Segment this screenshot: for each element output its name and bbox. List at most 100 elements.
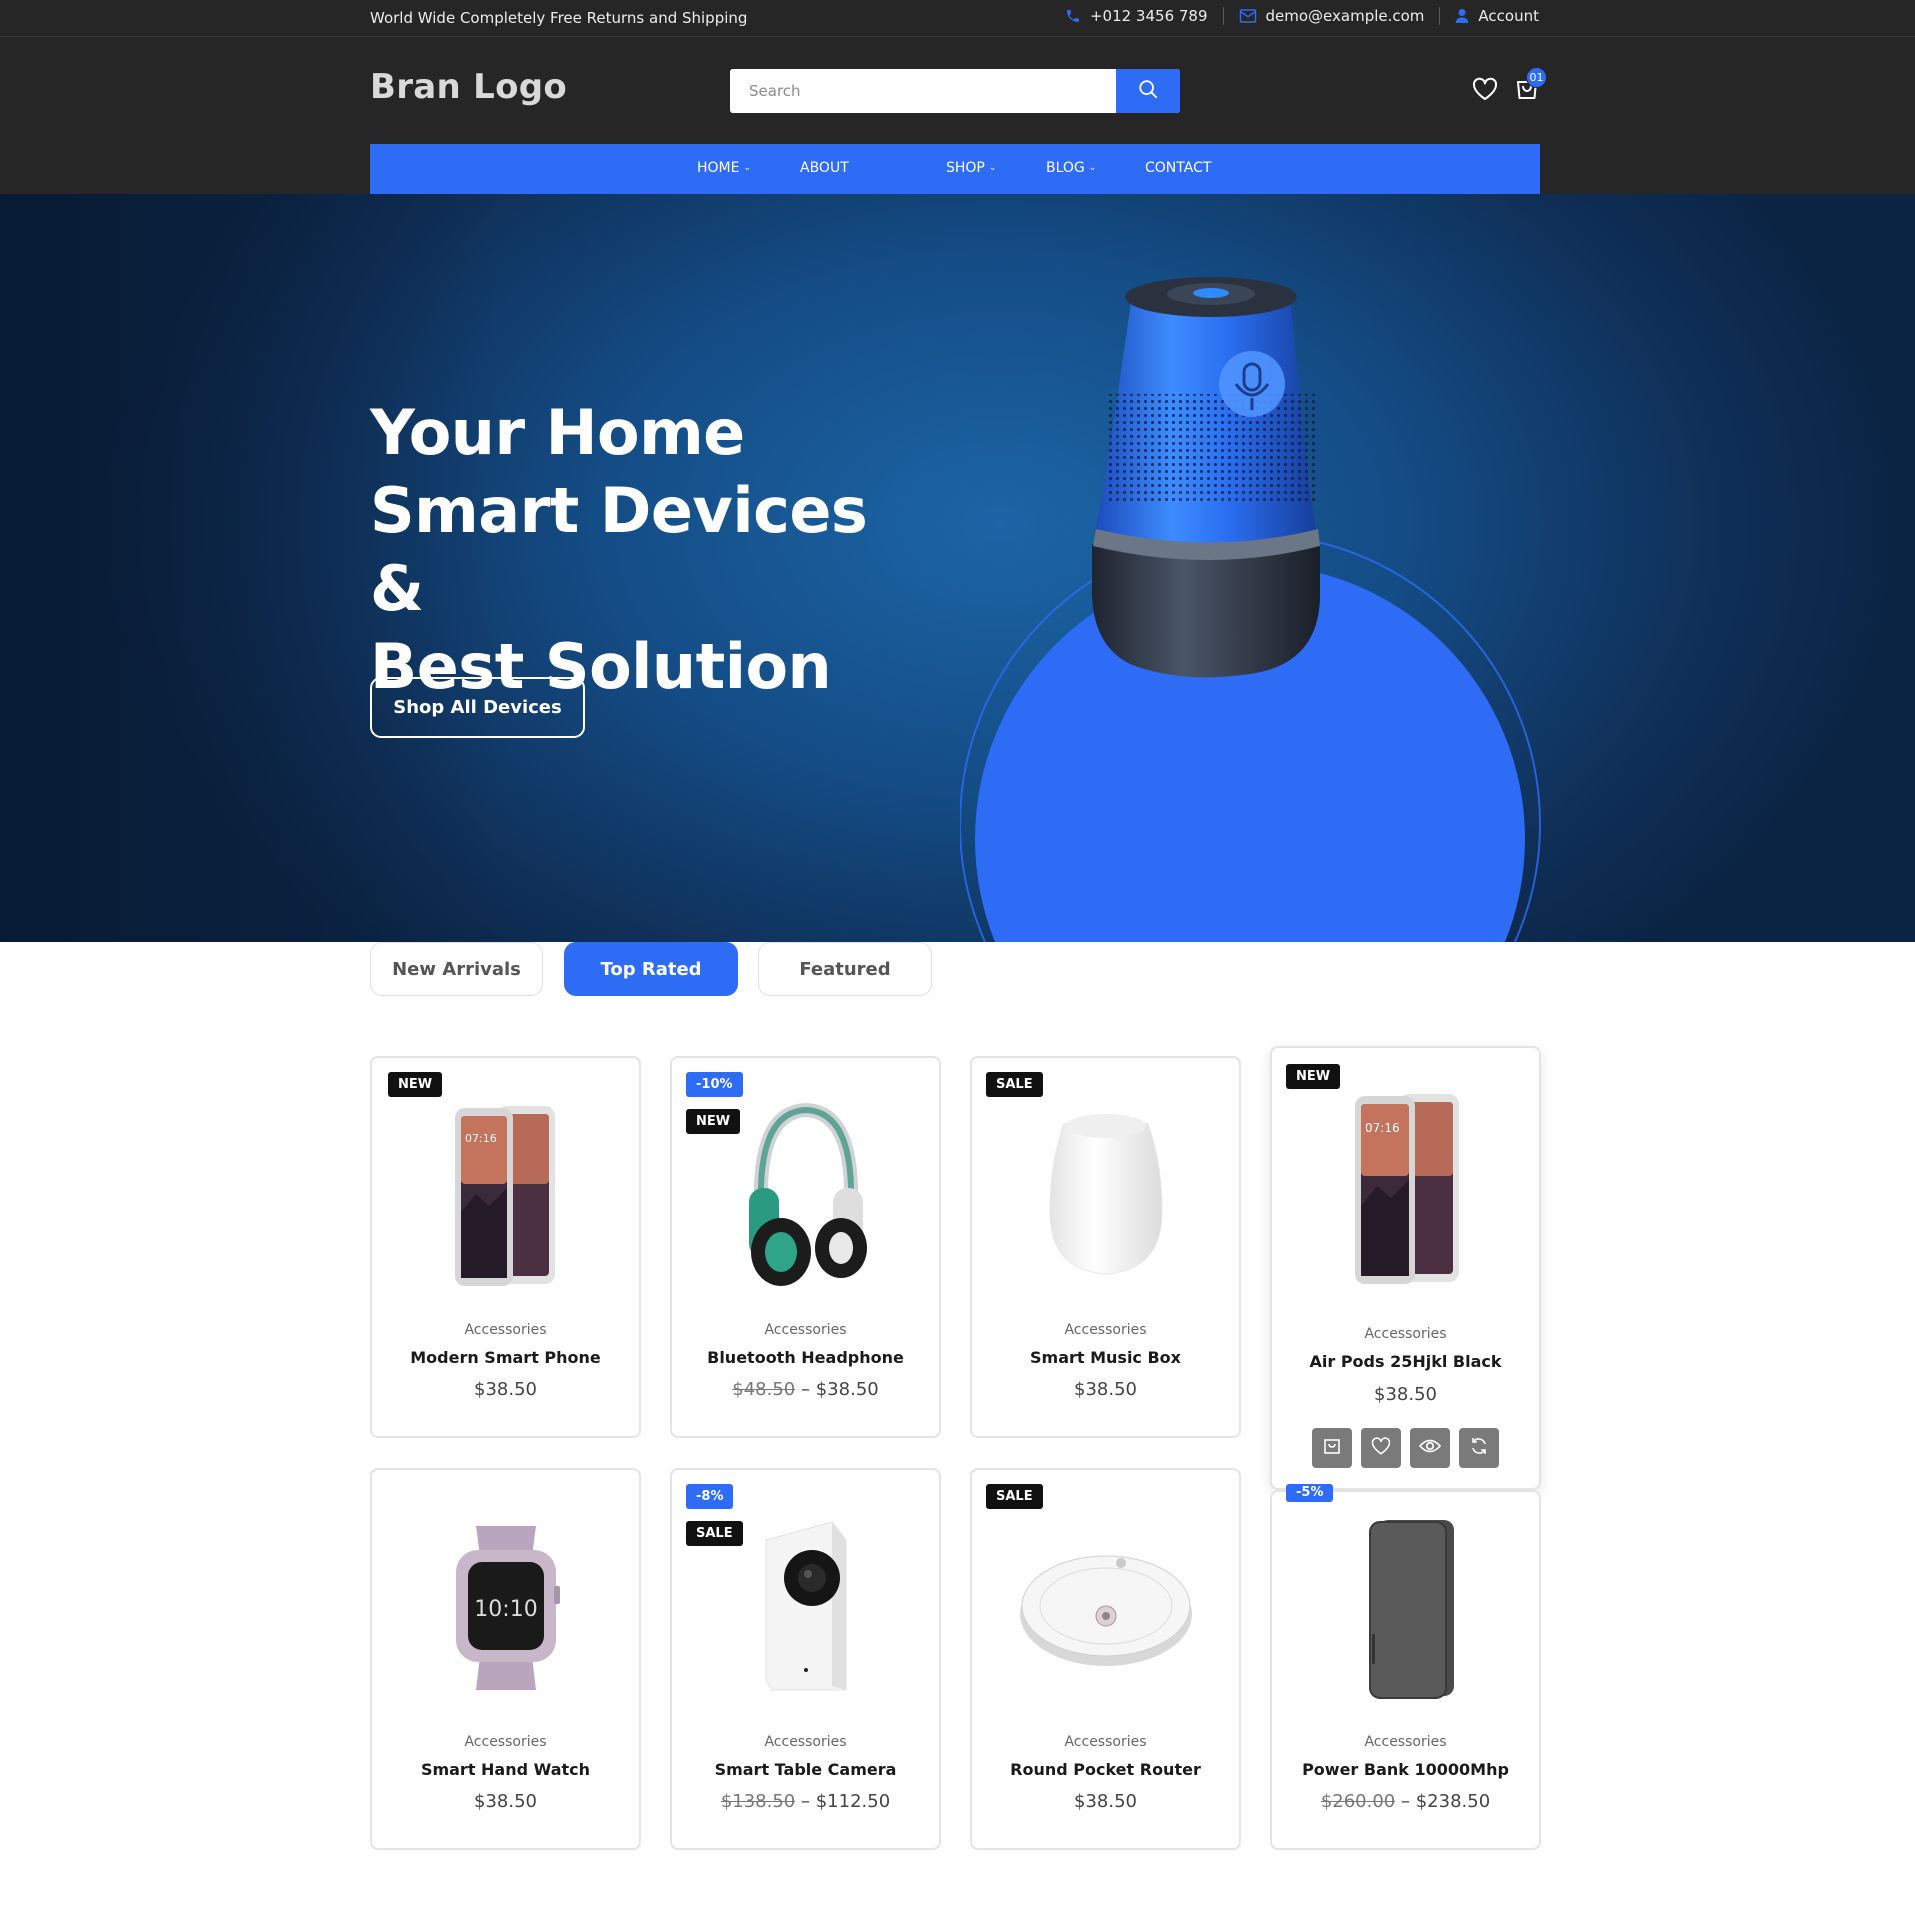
search-button[interactable] <box>1116 69 1180 113</box>
product-category: Accessories <box>764 1734 847 1750</box>
product-card[interactable]: SALE Accessories Round Pocket Router $38… <box>970 1468 1241 1850</box>
product-name[interactable]: Smart Hand Watch <box>372 1760 639 1779</box>
divider <box>1222 7 1224 25</box>
badge-sale: SALE <box>686 1521 743 1546</box>
svg-text:07:16: 07:16 <box>465 1132 497 1145</box>
badge-sale: SALE <box>986 1072 1043 1097</box>
product-price-current: $238.50 <box>1415 1791 1491 1812</box>
compare-button[interactable] <box>1459 1428 1499 1468</box>
product-name[interactable]: Bluetooth Headphone <box>672 1348 939 1367</box>
svg-text:07:16: 07:16 <box>1365 1121 1400 1135</box>
badge-discount: -10% <box>686 1072 743 1097</box>
top-bar: World Wide Completely Free Returns and S… <box>0 0 1915 37</box>
product-card[interactable]: 10:10 Accessories Smart Hand Watch $38.5… <box>370 1468 641 1850</box>
quick-view-button[interactable] <box>1410 1428 1450 1468</box>
product-price: $138.50 – $112.50 <box>672 1791 939 1812</box>
smartphone-image: 07:16 <box>454 1106 555 1286</box>
nav-blog[interactable]: BLOG ⌄ <box>1046 160 1096 176</box>
product-price: $260.00 – $238.50 <box>1272 1791 1539 1812</box>
tab-featured[interactable]: Featured <box>758 942 932 996</box>
product-card[interactable]: NEW 07:16 Accessories Modern Smart Phone… <box>370 1056 641 1438</box>
tab-top-rated[interactable]: Top Rated <box>564 942 738 996</box>
smart-speaker-image <box>960 277 1541 942</box>
phone-text: +012 3456 789 <box>1089 7 1208 25</box>
search-bar <box>730 69 1180 113</box>
product-price: $38.50 <box>372 1791 639 1812</box>
phone-link[interactable]: +012 3456 789 <box>1065 7 1208 25</box>
search-input[interactable] <box>730 69 1116 113</box>
product-price-current: $112.50 <box>815 1791 891 1812</box>
badge-new: NEW <box>388 1072 443 1097</box>
search-icon <box>1137 78 1159 104</box>
product-actions <box>1312 1428 1499 1468</box>
user-icon <box>1455 8 1469 24</box>
product-name[interactable]: Air Pods 25Hjkl Black <box>1272 1352 1539 1371</box>
heart-icon <box>1371 1436 1391 1460</box>
tab-new-arrivals[interactable]: New Arrivals <box>370 942 543 996</box>
speaker-image <box>1048 1114 1163 1275</box>
smartphone-image: 07:16 <box>1354 1094 1459 1284</box>
hero-title-line: Smart Devices & <box>370 474 868 625</box>
chevron-down-icon: ⌄ <box>743 163 752 173</box>
product-card[interactable]: NEW 07:16 Accessories Air Pods 25Hjkl Bl… <box>1270 1046 1541 1490</box>
nav-about[interactable]: ABOUT <box>800 160 849 176</box>
add-to-wishlist-button[interactable] <box>1361 1428 1401 1468</box>
product-price: $38.50 <box>972 1379 1239 1400</box>
nav-shop[interactable]: SHOP ⌄ <box>946 160 996 176</box>
svg-text:10:10: 10:10 <box>474 1597 537 1622</box>
email-text: demo@example.com <box>1265 7 1425 25</box>
product-category: Accessories <box>1364 1326 1447 1342</box>
product-price: $38.50 <box>372 1379 639 1400</box>
product-category: Accessories <box>1064 1734 1147 1750</box>
badge-new: NEW <box>686 1109 741 1134</box>
account-text: Account <box>1478 7 1539 25</box>
product-card[interactable]: SALE Accessories Smart Music Box $38.50 <box>970 1056 1241 1438</box>
product-name[interactable]: Modern Smart Phone <box>372 1348 639 1367</box>
account-link[interactable]: Account <box>1455 7 1539 25</box>
badge-discount: -5% <box>1286 1484 1334 1502</box>
top-contacts: +012 3456 789 demo@example.com Account <box>1065 7 1539 25</box>
brand-logo[interactable]: Bran Logo <box>370 67 567 107</box>
product-card[interactable]: -10% NEW Accessories Bluetooth Headphone… <box>670 1056 941 1438</box>
badge-discount: -8% <box>686 1484 734 1509</box>
nav-contact[interactable]: CONTACT <box>1145 160 1211 176</box>
email-link[interactable]: demo@example.com <box>1239 7 1425 25</box>
wishlist-button[interactable] <box>1471 77 1499 105</box>
product-price-current: $38.50 <box>1374 1384 1437 1405</box>
product-price: $38.50 <box>1272 1384 1539 1405</box>
nav-contact-label: CONTACT <box>1145 160 1212 176</box>
nav-shop-label: SHOP <box>946 160 985 176</box>
smartwatch-image: 10:10 <box>455 1526 560 1690</box>
add-to-cart-button[interactable] <box>1312 1428 1352 1468</box>
product-name[interactable]: Smart Music Box <box>972 1348 1239 1367</box>
chevron-down-icon: ⌄ <box>988 163 997 173</box>
product-card[interactable]: -5% Accessories Power Bank 10000Mhp $260… <box>1270 1484 1541 1850</box>
product-card[interactable]: -8% SALE Accessories Smart Table Camera … <box>670 1468 941 1850</box>
product-category: Accessories <box>464 1322 547 1338</box>
mail-icon <box>1239 8 1257 24</box>
product-price-current: $38.50 <box>815 1379 879 1400</box>
main-nav: HOME ⌄ ABOUT SHOP ⌄ BLOG ⌄ CONTACT <box>370 144 1540 194</box>
nav-about-label: ABOUT <box>800 160 849 176</box>
nav-home-label: HOME <box>697 160 740 176</box>
shop-all-devices-button[interactable]: Shop All Devices <box>370 677 585 738</box>
promo-text: World Wide Completely Free Returns and S… <box>370 9 748 27</box>
product-name[interactable]: Smart Table Camera <box>672 1760 939 1779</box>
robot-vacuum-image <box>1019 1555 1192 1666</box>
phone-icon <box>1065 8 1081 24</box>
product-category: Accessories <box>1064 1322 1147 1338</box>
product-category: Accessories <box>464 1734 547 1750</box>
eye-icon <box>1418 1438 1442 1458</box>
badge-sale: SALE <box>986 1484 1043 1509</box>
camera-image <box>765 1521 846 1691</box>
product-name[interactable]: Round Pocket Router <box>972 1760 1239 1779</box>
nav-blog-label: BLOG <box>1046 160 1085 176</box>
powerbank-image <box>1368 1520 1454 1699</box>
nav-home[interactable]: HOME ⌄ <box>697 160 751 176</box>
chevron-down-icon: ⌄ <box>1088 163 1097 173</box>
price-separator: – <box>1401 1791 1416 1812</box>
hero-title: Your Home Smart Devices & Best Solution <box>370 394 930 706</box>
product-price-current: $38.50 <box>1074 1791 1137 1812</box>
product-name[interactable]: Power Bank 10000Mhp <box>1272 1760 1539 1779</box>
heart-icon <box>1472 77 1498 105</box>
